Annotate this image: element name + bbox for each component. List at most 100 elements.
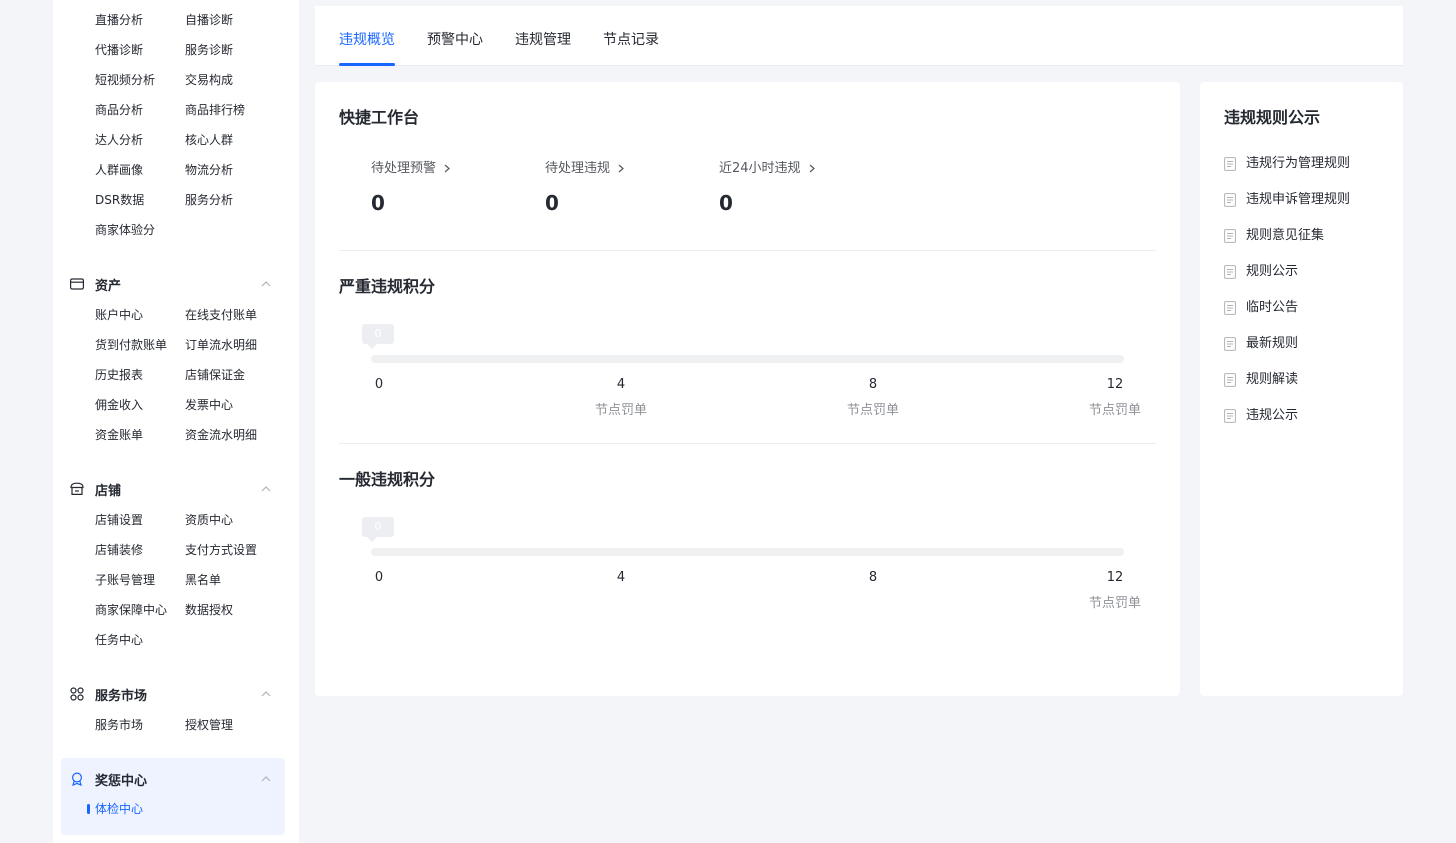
sidebar-item[interactable]: 资质中心 xyxy=(185,512,233,528)
sidebar-item[interactable]: 子账号管理 xyxy=(95,572,155,588)
sidebar-item[interactable]: 黑名单 xyxy=(185,572,221,588)
sidebar-section-assets[interactable]: 资产 xyxy=(61,271,285,297)
rules-panel: 违规规则公示 违规行为管理规则 违规申诉管理规则 规则意见征集 规则公示 临时公… xyxy=(1200,82,1403,696)
document-icon xyxy=(1224,337,1236,351)
rule-link-label: 最新规则 xyxy=(1246,336,1299,351)
section-title: 服务市场 xyxy=(95,688,148,704)
rule-link[interactable]: 规则意见征集 xyxy=(1224,228,1324,244)
sidebar-item[interactable]: 核心人群 xyxy=(185,132,233,148)
section-title: 资产 xyxy=(95,278,122,294)
serious-tick: 12 xyxy=(1106,377,1124,392)
document-icon xyxy=(1224,301,1236,315)
sidebar-section-shop[interactable]: 店铺 xyxy=(61,476,285,502)
sidebar-section-market[interactable]: 服务市场 xyxy=(61,681,285,707)
rule-link-label: 规则解读 xyxy=(1246,372,1299,387)
chevron-up-icon[interactable] xyxy=(259,482,273,496)
sidebar-item[interactable]: 店铺保证金 xyxy=(185,367,245,383)
sidebar-item[interactable]: 代播诊断 xyxy=(95,42,143,58)
rule-link-label: 临时公告 xyxy=(1246,300,1299,315)
sidebar-item[interactable]: 资金账单 xyxy=(95,427,143,443)
sidebar-item[interactable]: 服务市场 xyxy=(95,717,143,733)
chevron-up-icon[interactable] xyxy=(259,277,273,291)
rule-link-label: 规则公示 xyxy=(1246,264,1299,279)
sidebar-item[interactable]: 交易构成 xyxy=(185,72,233,88)
sidebar: 直播分析 自播诊断 代播诊断 服务诊断 短视频分析 交易构成 商品分析 商品排行… xyxy=(53,0,299,843)
workbench-title: 快捷工作台 xyxy=(339,108,420,127)
sidebar-item[interactable]: 直播分析 xyxy=(95,12,143,28)
rule-link[interactable]: 违规公示 xyxy=(1224,408,1298,424)
stat-link[interactable]: 近24小时违规 xyxy=(719,160,815,177)
stat-24h-violations: 近24小时违规 0 xyxy=(719,160,815,215)
document-icon xyxy=(1224,193,1236,207)
sidebar-item[interactable]: 物流分析 xyxy=(185,162,233,178)
serious-tick-label: 节点罚单 xyxy=(594,403,648,418)
apps-icon xyxy=(69,686,85,702)
sidebar-item[interactable]: 人群画像 xyxy=(95,162,143,178)
general-points-track xyxy=(371,548,1124,556)
sidebar-item[interactable]: 任务中心 xyxy=(95,632,143,648)
sidebar-item[interactable]: 订单流水明细 xyxy=(185,337,257,353)
chevron-up-icon[interactable] xyxy=(259,687,273,701)
stat-label: 待处理违规 xyxy=(545,161,611,176)
rule-link[interactable]: 临时公告 xyxy=(1224,300,1298,316)
general-tick-label: 节点罚单 xyxy=(1088,596,1142,611)
sidebar-item[interactable]: DSR数据 xyxy=(95,192,144,208)
sidebar-item[interactable]: 商家保障中心 xyxy=(95,602,167,618)
chevron-up-icon[interactable] xyxy=(259,772,273,786)
serious-tick: 4 xyxy=(616,377,626,392)
general-points-bubble: 0 xyxy=(362,517,394,542)
section-title: 奖惩中心 xyxy=(95,773,148,789)
sidebar-item[interactable]: 自播诊断 xyxy=(185,12,233,28)
chevron-right-icon xyxy=(618,164,624,173)
active-indicator xyxy=(87,804,90,814)
tab-violation-overview[interactable]: 违规概览 xyxy=(339,31,395,49)
sidebar-item[interactable]: 发票中心 xyxy=(185,397,233,413)
sidebar-item[interactable]: 账户中心 xyxy=(95,307,143,323)
general-tick: 4 xyxy=(616,570,626,585)
sidebar-item[interactable]: 商品排行榜 xyxy=(185,102,245,118)
sidebar-item[interactable]: 数据授权 xyxy=(185,602,233,618)
stat-link[interactable]: 待处理违规 xyxy=(545,160,624,177)
document-icon xyxy=(1224,265,1236,279)
sidebar-item[interactable]: 商品分析 xyxy=(95,102,143,118)
sidebar-item[interactable]: 历史报表 xyxy=(95,367,143,383)
tab-warning-center[interactable]: 预警中心 xyxy=(427,31,483,49)
sidebar-item[interactable]: 支付方式设置 xyxy=(185,542,257,558)
sidebar-item[interactable]: 服务分析 xyxy=(185,192,233,208)
stat-link[interactable]: 待处理预警 xyxy=(371,160,450,177)
sidebar-item[interactable]: 店铺设置 xyxy=(95,512,143,528)
rule-link[interactable]: 规则解读 xyxy=(1224,372,1298,388)
chevron-right-icon xyxy=(809,164,815,173)
document-icon xyxy=(1224,409,1236,423)
tab-violation-management[interactable]: 违规管理 xyxy=(515,31,571,49)
stat-label: 待处理预警 xyxy=(371,161,437,176)
sidebar-item[interactable]: 达人分析 xyxy=(95,132,143,148)
sidebar-item[interactable]: 服务诊断 xyxy=(185,42,233,58)
rule-link[interactable]: 最新规则 xyxy=(1224,336,1298,352)
sidebar-item[interactable]: 佣金收入 xyxy=(95,397,143,413)
sidebar-item[interactable]: 在线支付账单 xyxy=(185,307,257,323)
sidebar-item[interactable]: 资金流水明细 xyxy=(185,427,257,443)
tab-bar: 违规概览 预警中心 违规管理 节点记录 xyxy=(315,6,1403,66)
divider xyxy=(339,443,1156,444)
rule-link[interactable]: 规则公示 xyxy=(1224,264,1298,280)
sidebar-item-active[interactable]: 体检中心 xyxy=(95,801,143,817)
sidebar-item[interactable]: 授权管理 xyxy=(185,717,233,733)
tab-node-records[interactable]: 节点记录 xyxy=(603,31,659,49)
serious-points-bubble: 0 xyxy=(362,324,394,349)
wallet-icon xyxy=(69,276,85,292)
sidebar-section-reward[interactable]: 奖惩中心 xyxy=(61,766,285,792)
shop-icon xyxy=(69,481,85,497)
rule-link[interactable]: 违规行为管理规则 xyxy=(1224,156,1350,172)
sidebar-item[interactable]: 短视频分析 xyxy=(95,72,155,88)
active-tab-indicator xyxy=(339,63,395,66)
sidebar-item[interactable]: 商家体验分 xyxy=(95,222,155,238)
sidebar-item[interactable]: 店铺装修 xyxy=(95,542,143,558)
document-icon xyxy=(1224,157,1236,171)
sidebar-item[interactable]: 货到付款账单 xyxy=(95,337,167,353)
document-icon xyxy=(1224,229,1236,243)
rule-link-label: 违规申诉管理规则 xyxy=(1246,192,1351,207)
serious-points-title: 严重违规积分 xyxy=(339,277,436,296)
rule-link[interactable]: 违规申诉管理规则 xyxy=(1224,192,1350,208)
serious-tick-label: 节点罚单 xyxy=(1088,403,1142,418)
